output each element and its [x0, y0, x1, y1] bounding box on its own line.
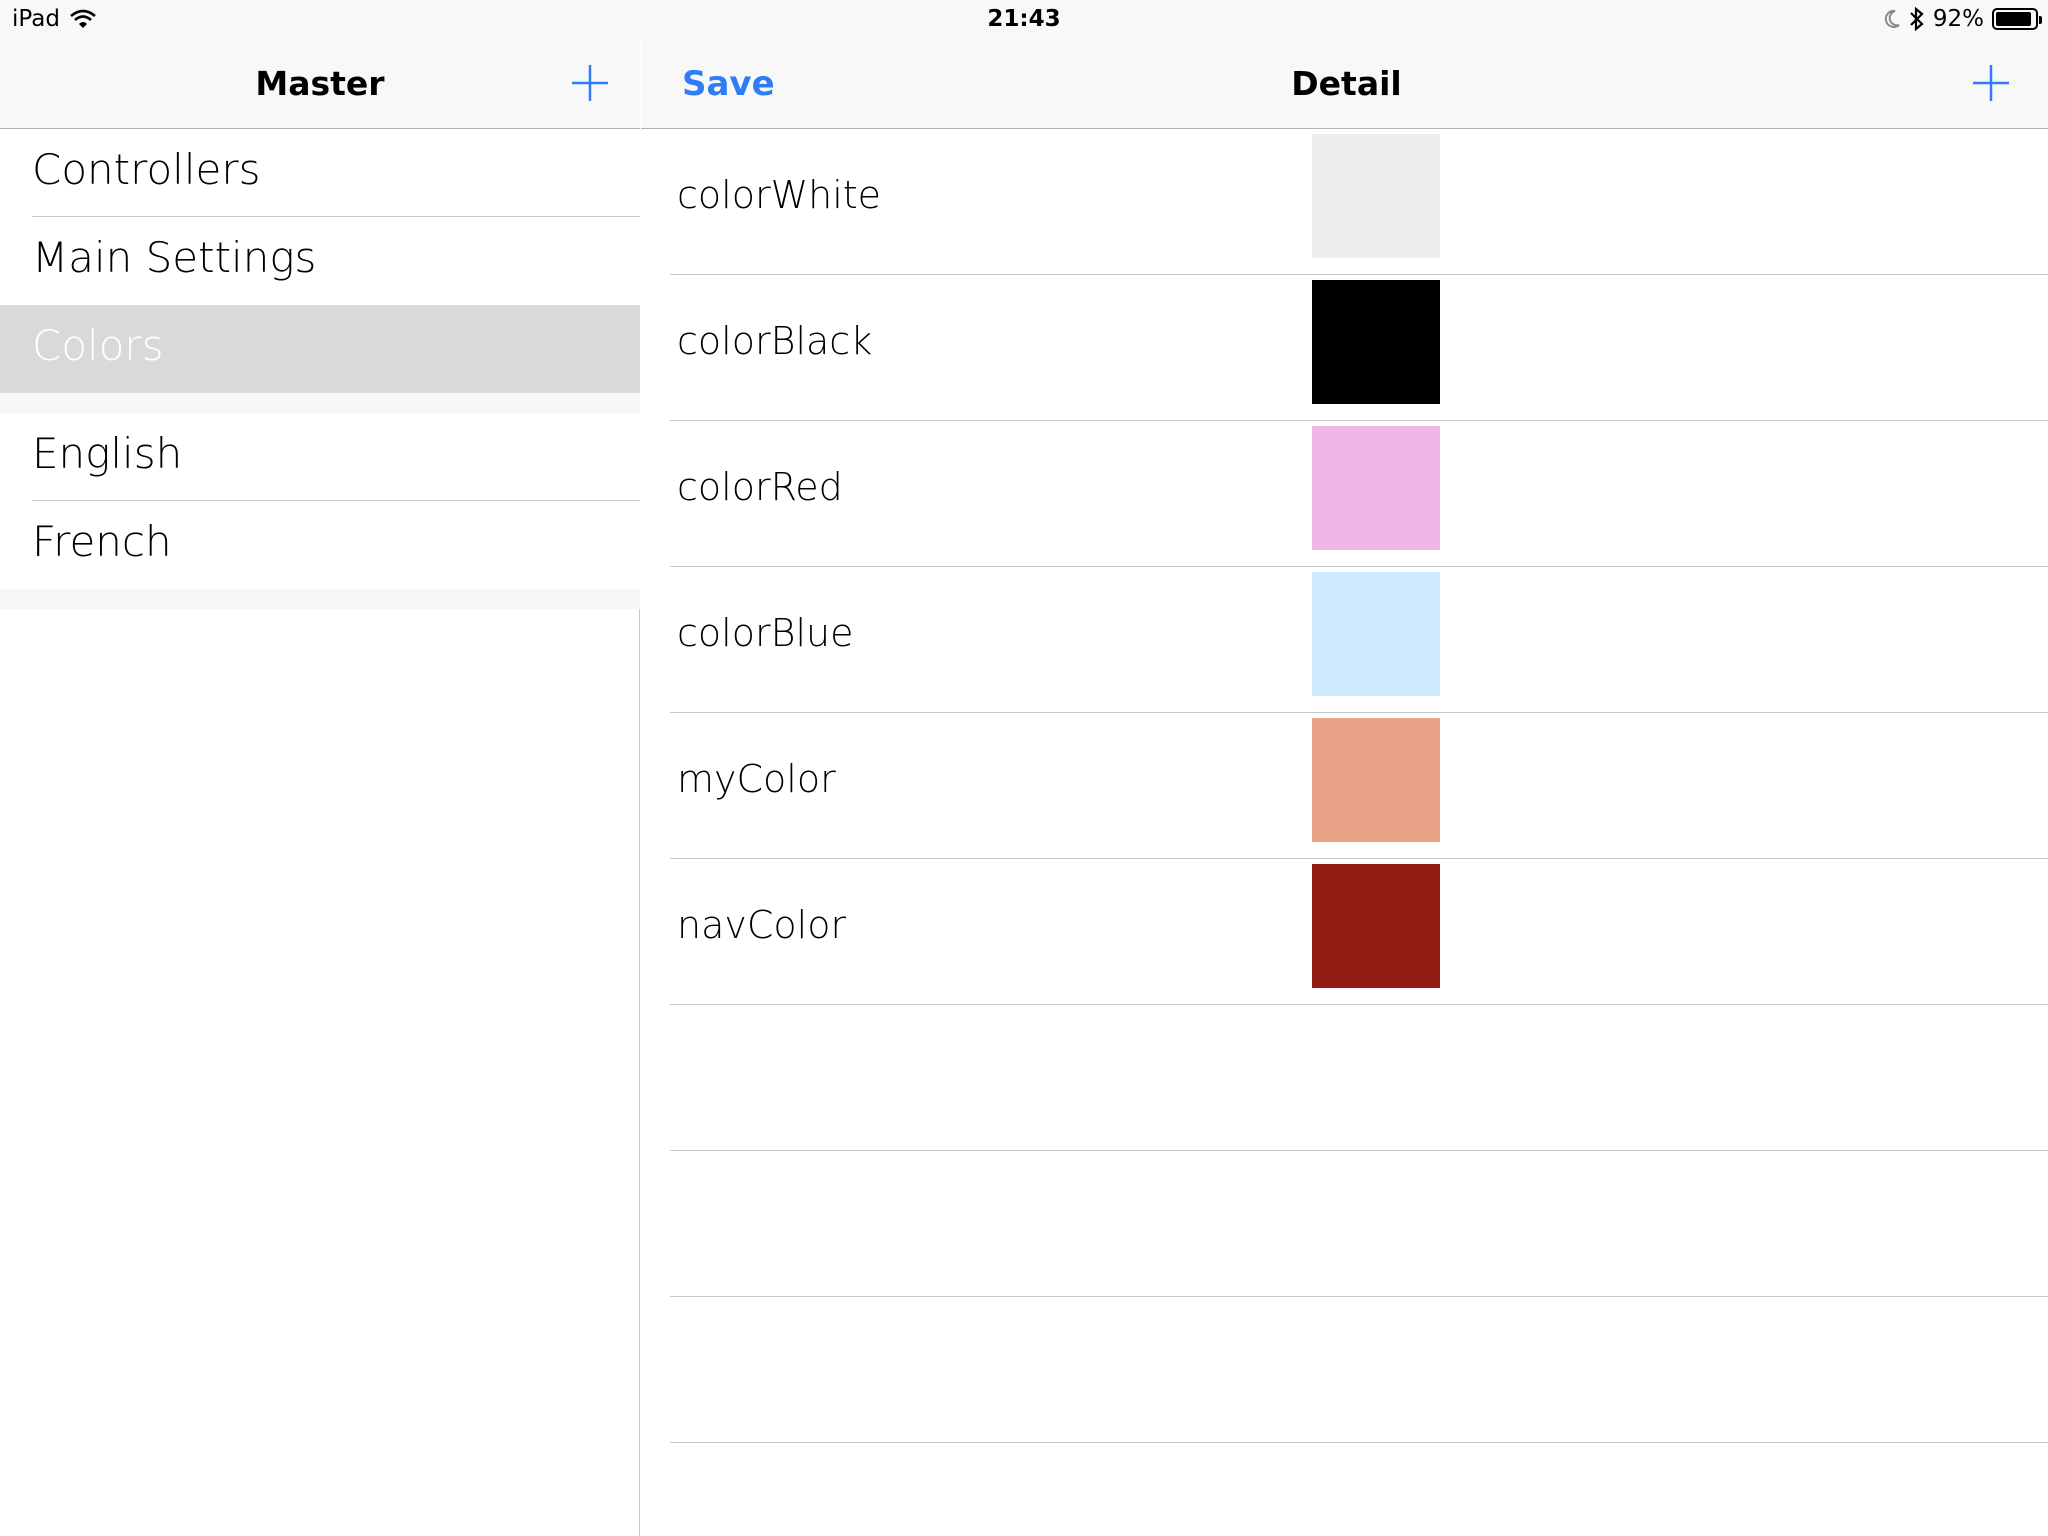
row-separator [670, 1442, 2048, 1443]
master-list: Controllers Main Settings Colors English… [0, 129, 640, 609]
empty-row [641, 1151, 2048, 1297]
detail-title: Detail [1291, 64, 1402, 103]
color-name: colorWhite [677, 173, 882, 217]
master-pane: Master Controllers Main Settings Colors … [0, 0, 640, 1536]
empty-row [641, 1297, 2048, 1443]
color-name: colorBlack [677, 319, 873, 363]
color-name: myColor [677, 757, 836, 801]
master-title: Master [255, 64, 385, 103]
color-swatch[interactable] [1312, 572, 1440, 696]
battery-icon [1992, 8, 2042, 30]
moon-icon [1884, 9, 1900, 28]
battery-tip [2039, 16, 2042, 24]
color-name: colorRed [677, 465, 843, 509]
status-bar: iPad 21:43 92% [0, 0, 2048, 40]
empty-row [641, 1005, 2048, 1151]
color-name: colorBlue [677, 611, 854, 655]
status-time: 21:43 [987, 6, 1061, 32]
bluetooth-icon [1910, 7, 1924, 31]
color-swatch[interactable] [1312, 280, 1440, 404]
master-item-english[interactable]: English [0, 413, 640, 501]
color-row-colorblack[interactable]: colorBlack [641, 275, 2048, 421]
master-item-main-settings[interactable]: Main Settings [0, 217, 640, 305]
color-row-colorred[interactable]: colorRed [641, 421, 2048, 567]
master-item-label: French [32, 517, 172, 566]
battery-percent: 92% [1932, 6, 1984, 32]
color-list: colorWhite colorBlack colorRed colorBlue [641, 129, 2048, 1443]
color-swatch[interactable] [1312, 426, 1440, 550]
section-gap [0, 589, 640, 609]
battery-fill [1996, 12, 2031, 26]
master-item-controllers[interactable]: Controllers [0, 129, 640, 217]
detail-add-button[interactable] [1971, 63, 2011, 103]
color-row-navcolor[interactable]: navColor [641, 859, 2048, 1005]
color-swatch[interactable] [1312, 864, 1440, 988]
master-item-label: English [32, 429, 183, 478]
master-item-label: Controllers [32, 145, 261, 194]
section-gap [0, 393, 640, 413]
color-row-colorblue[interactable]: colorBlue [641, 567, 2048, 713]
master-add-button[interactable] [570, 63, 610, 103]
master-item-colors[interactable]: Colors [0, 305, 640, 393]
color-name: navColor [677, 903, 847, 947]
color-row-colorwhite[interactable]: colorWhite [641, 129, 2048, 275]
detail-pane: Save Detail colorWhite colorBlack colorR… [641, 0, 2048, 1536]
master-item-label: Colors [32, 321, 164, 370]
master-item-french[interactable]: French [0, 501, 640, 589]
color-swatch[interactable] [1312, 718, 1440, 842]
color-swatch[interactable] [1312, 134, 1440, 258]
color-row-mycolor[interactable]: myColor [641, 713, 2048, 859]
screen: Master Controllers Main Settings Colors … [0, 0, 2048, 1536]
status-right: 92% [1883, 6, 2042, 32]
master-item-label: Main Settings [32, 233, 317, 282]
